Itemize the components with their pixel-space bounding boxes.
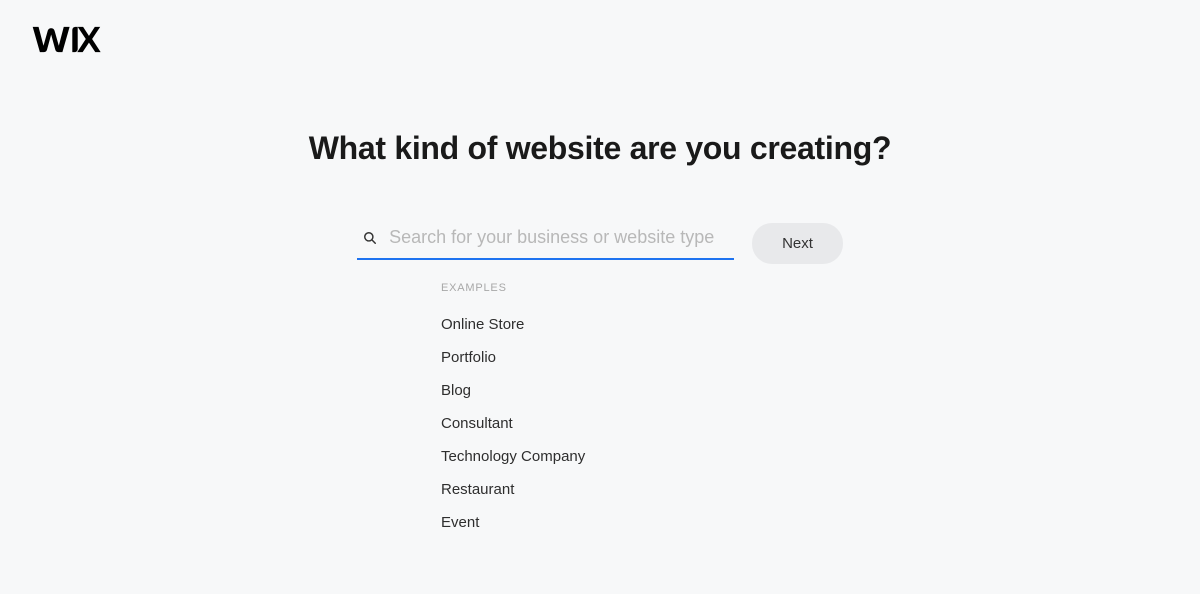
example-item-technology-company[interactable]: Technology Company — [441, 440, 585, 473]
example-item-online-store[interactable]: Online Store — [441, 308, 585, 341]
example-item-blog[interactable]: Blog — [441, 374, 585, 407]
example-item-restaurant[interactable]: Restaurant — [441, 473, 585, 506]
example-item-portfolio[interactable]: Portfolio — [441, 341, 585, 374]
next-button[interactable]: Next — [752, 223, 843, 264]
search-container — [357, 227, 734, 260]
examples-label: EXAMPLES — [441, 282, 585, 294]
example-item-consultant[interactable]: Consultant — [441, 407, 585, 440]
search-icon — [363, 231, 377, 245]
search-row: Next — [357, 223, 843, 264]
examples-section: EXAMPLES Online Store Portfolio Blog Con… — [441, 282, 585, 539]
examples-list: Online Store Portfolio Blog Consultant T… — [441, 308, 585, 539]
example-item-event[interactable]: Event — [441, 506, 585, 539]
website-type-search-input[interactable] — [389, 227, 734, 248]
wix-logo[interactable] — [30, 26, 102, 58]
main-content: What kind of website are you creating? N… — [250, 130, 950, 539]
page-heading: What kind of website are you creating? — [309, 130, 891, 167]
